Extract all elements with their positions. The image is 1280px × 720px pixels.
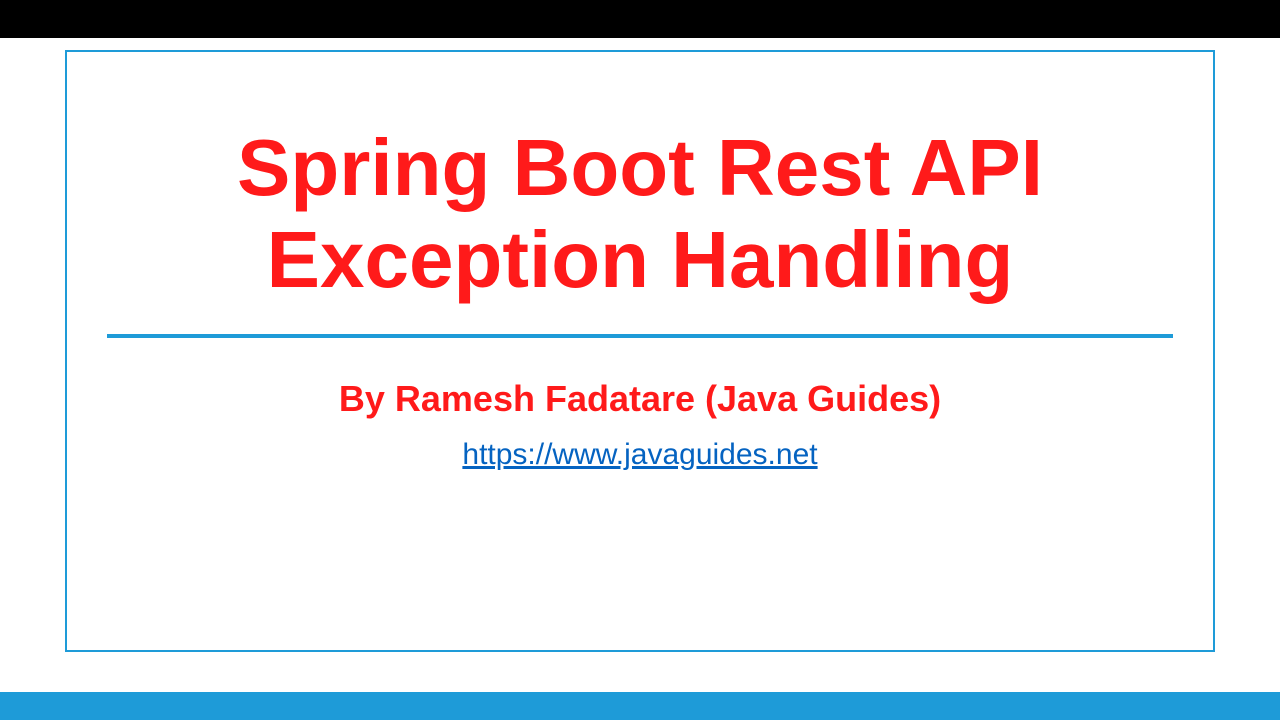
top-letterbox-bar bbox=[0, 0, 1280, 38]
bottom-accent-bar bbox=[0, 692, 1280, 720]
slide-title: Spring Boot Rest API Exception Handling bbox=[107, 122, 1173, 306]
title-divider bbox=[107, 334, 1173, 338]
slide-frame: Spring Boot Rest API Exception Handling … bbox=[65, 50, 1215, 652]
slide-container: Spring Boot Rest API Exception Handling … bbox=[0, 38, 1280, 692]
website-link[interactable]: https://www.javaguides.net bbox=[462, 438, 817, 472]
author-text: By Ramesh Fadatare (Java Guides) bbox=[339, 378, 941, 420]
